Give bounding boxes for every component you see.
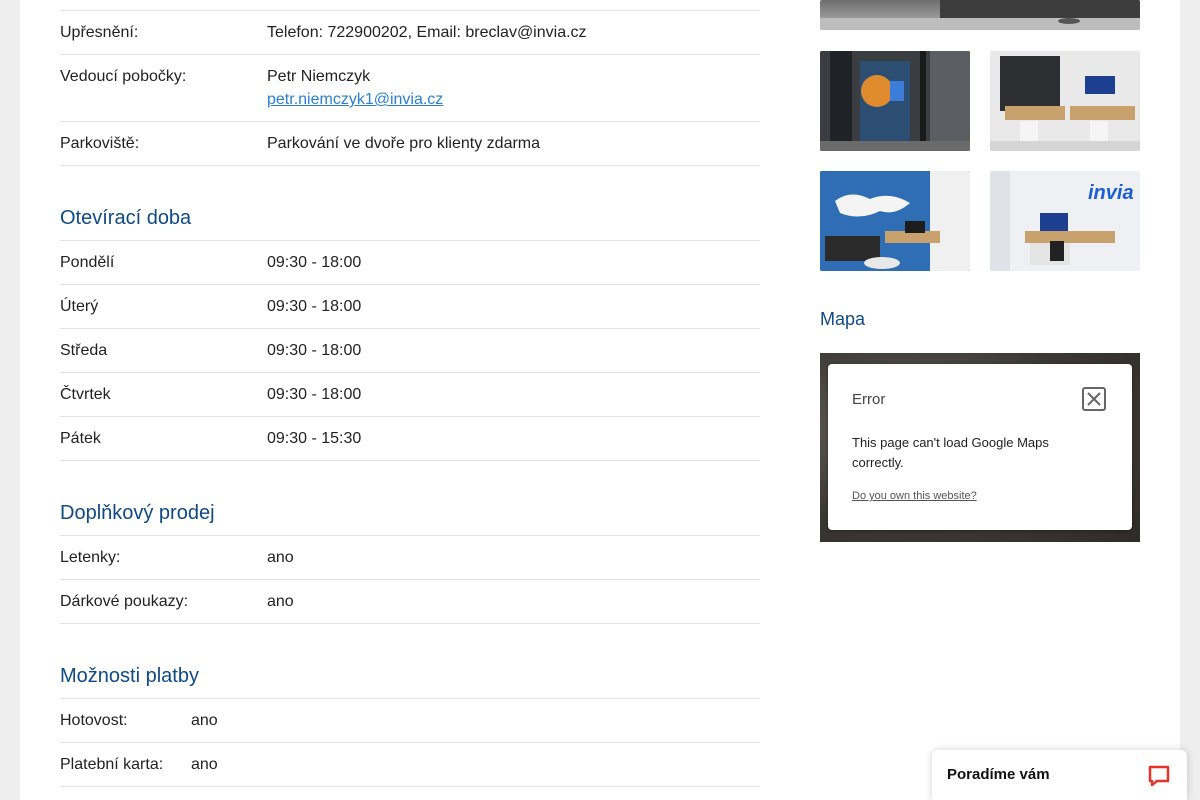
hours-row: Čtvrtek 09:30 - 18:00 — [60, 373, 760, 417]
service-label: Letenky: — [60, 549, 121, 566]
time-value: 09:30 - 18:00 — [267, 254, 362, 271]
map-title: Mapa — [820, 309, 866, 329]
section-header-hours: Otevírací doba — [60, 206, 760, 241]
map-error-dialog: Error This page can't load Google Maps c… — [828, 364, 1132, 530]
error-title: Error — [852, 391, 886, 408]
photo-desk-image: invia — [990, 171, 1140, 271]
service-value: ano — [267, 549, 294, 566]
hours-row: Úterý 09:30 - 18:00 — [60, 285, 760, 329]
time-value: 09:30 - 18:00 — [267, 386, 362, 403]
detail-label: Vedoucí pobočky: — [60, 68, 187, 85]
photo-detail — [820, 18, 1140, 30]
detail-row-manager: Vedoucí pobočky: Petr Niemczyk petr.niem… — [60, 55, 760, 122]
day-label: Pondělí — [60, 254, 115, 271]
payment-value: ano — [191, 712, 218, 729]
gallery-photo-lounge[interactable] — [820, 171, 970, 271]
section-title: Otevírací doba — [60, 207, 192, 229]
payment-row: Hotovost: ano — [60, 699, 760, 743]
detail-row-parking: Parkoviště: Parkování ve dvoře pro klien… — [60, 122, 760, 166]
time-value: 09:30 - 15:30 — [267, 430, 362, 447]
close-icon[interactable] — [1082, 387, 1106, 411]
payment-label: Hotovost: — [60, 712, 128, 729]
error-message: This page can't load Google Maps correct… — [852, 435, 1049, 470]
hours-row: Středa 09:30 - 18:00 — [60, 329, 760, 373]
manager-name: Petr Niemczyk — [267, 68, 371, 85]
gallery-photo-desk[interactable]: invia — [990, 171, 1140, 271]
service-value: ano — [267, 593, 294, 610]
service-label: Dárkové poukazy: — [60, 593, 189, 610]
extra-sales-row: Letenky: ano — [60, 536, 760, 580]
hours-row: Pátek 09:30 - 15:30 — [60, 417, 760, 461]
branch-info: Upřesnění: Telefon: 722900202, Email: br… — [60, 0, 760, 787]
time-value: 09:30 - 18:00 — [267, 342, 362, 359]
gallery-photo-storefront[interactable] — [820, 0, 1140, 30]
extra-sales-row: Dárkové poukazy: ano — [60, 580, 760, 624]
detail-row-note: Upřesnění: Telefon: 722900202, Email: br… — [60, 11, 760, 55]
brand-logo-text: invia — [1088, 182, 1134, 204]
payment-label: Platební karta: — [60, 756, 164, 773]
photo-entrance-image — [820, 51, 970, 151]
photo-office-image — [990, 51, 1140, 151]
gallery-photo-office[interactable] — [990, 51, 1140, 151]
detail-value: Petr Niemczyk petr.niemczyk1@invia.cz — [267, 65, 760, 111]
gallery-photo-entrance[interactable] — [820, 51, 970, 151]
payment-value: ano — [191, 756, 218, 773]
close-icon-glyph — [1087, 392, 1101, 406]
day-label: Středa — [60, 342, 108, 359]
detail-label: Parkoviště: — [60, 135, 140, 152]
section-title: Možnosti platby — [60, 665, 199, 687]
photo-detail — [940, 0, 1140, 18]
hours-row: Pondělí 09:30 - 18:00 — [60, 241, 760, 285]
section-header-extra-sales: Doplňkový prodej — [60, 501, 760, 536]
chat-bubble-glyph — [1148, 765, 1170, 787]
detail-label: Upřesnění: — [60, 24, 139, 41]
photo-detail — [1058, 18, 1080, 24]
chat-label: Poradíme vám — [947, 766, 1050, 783]
section-header-payment: Možnosti platby — [60, 664, 760, 699]
payment-row: Platební karta: ano — [60, 743, 760, 787]
time-value: 09:30 - 18:00 — [267, 298, 362, 315]
day-label: Pátek — [60, 430, 101, 447]
day-label: Čtvrtek — [60, 386, 111, 403]
detail-value: Telefon: 722900202, Email: breclav@invia… — [267, 24, 587, 41]
detail-value: Parkování ve dvoře pro klienty zdarma — [267, 135, 541, 152]
photo-lounge-image — [820, 171, 970, 271]
chat-widget[interactable]: Poradíme vám — [932, 750, 1187, 800]
section-title: Doplňkový prodej — [60, 502, 215, 524]
chat-bubble-icon[interactable] — [1147, 764, 1171, 793]
map-embed[interactable]: Error This page can't load Google Maps c… — [820, 353, 1140, 542]
manager-email-link[interactable]: petr.niemczyk1@invia.cz — [267, 91, 443, 108]
day-label: Úterý — [60, 298, 99, 315]
content-card: Upřesnění: Telefon: 722900202, Email: br… — [20, 0, 1180, 800]
error-help-link[interactable]: Do you own this website? — [852, 490, 977, 502]
